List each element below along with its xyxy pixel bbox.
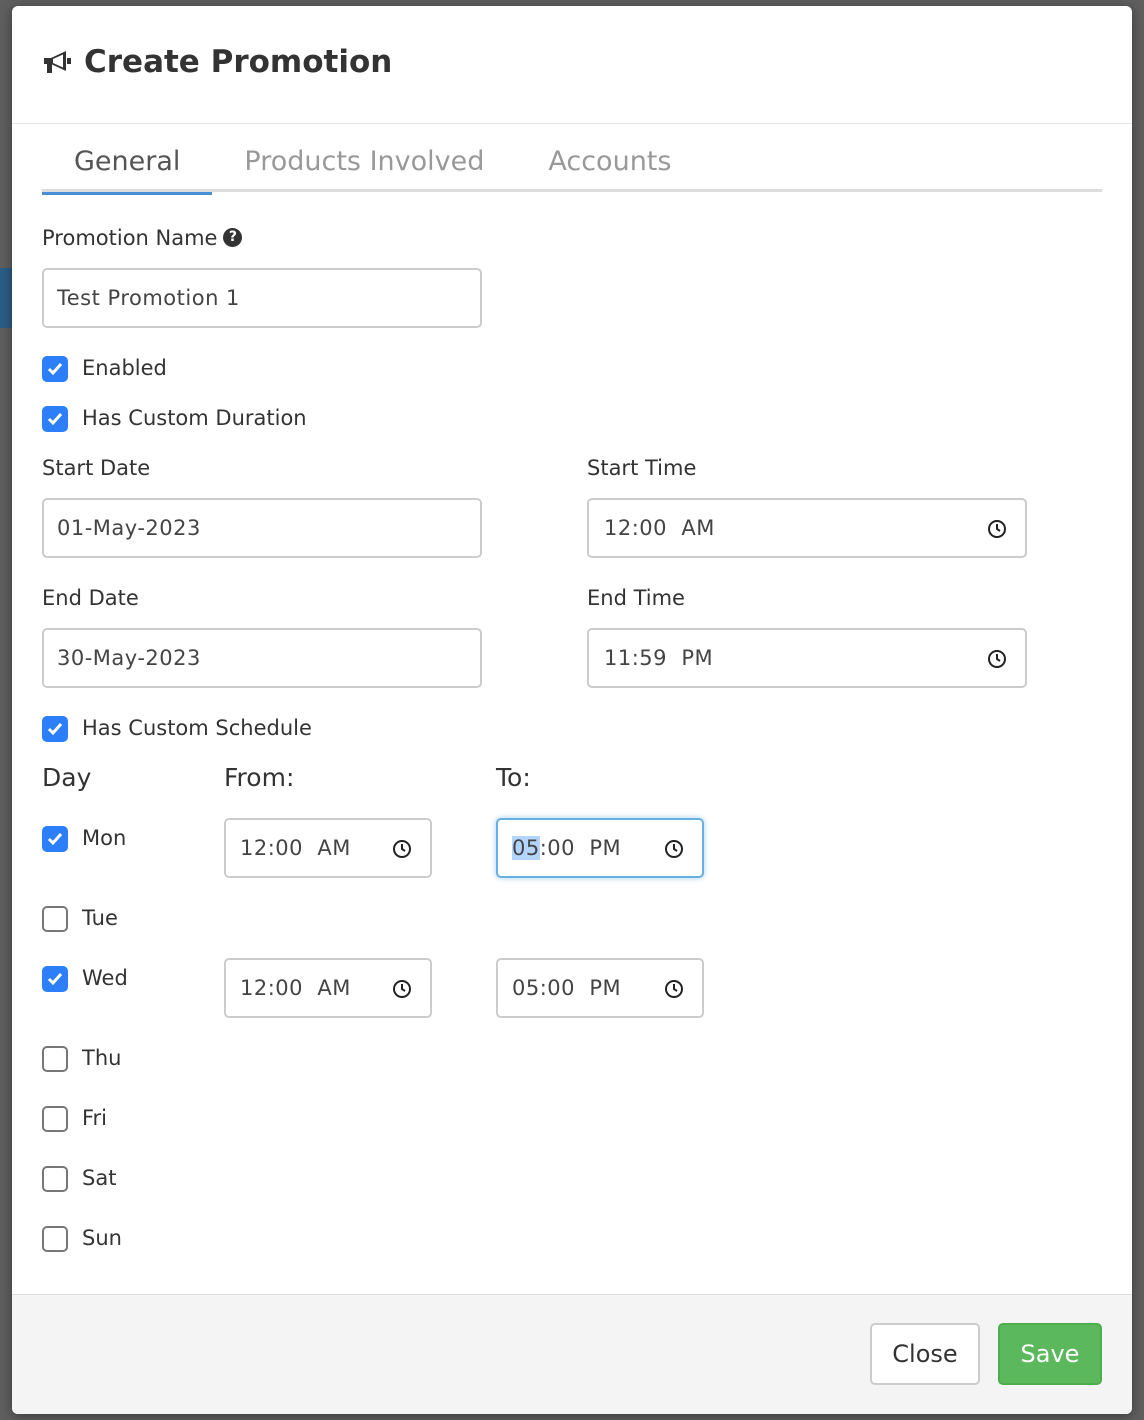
clock-icon[interactable] [664,839,684,859]
promotion-name-input[interactable]: Test Promotion 1 [42,268,482,328]
wed-to-time-input[interactable]: 05:00 PM [496,958,704,1018]
start-time-value: 12:00 AM [604,516,715,540]
day-checkbox-wed[interactable] [42,966,68,992]
custom-schedule-label: Has Custom Schedule [82,716,312,740]
day-column-header: Day [42,763,92,792]
wed-from-time-input[interactable]: 12:00 AM [224,958,432,1018]
end-time-label: End Time [587,586,685,610]
to-column-header: To: [496,763,531,792]
enabled-checkbox[interactable] [42,356,68,382]
day-label-wed: Wed [82,966,128,990]
start-date-input[interactable]: 01-May-2023 [42,498,482,558]
day-checkbox-fri[interactable] [42,1106,68,1132]
mon-from-time-value: 12:00 AM [240,836,351,860]
checkmark-icon [47,363,63,376]
day-checkbox-mon[interactable] [42,826,68,852]
mon-to-time-input[interactable]: 05:00 PM [496,818,704,878]
day-label-tue: Tue [82,906,118,930]
clock-icon[interactable] [664,979,684,999]
tab-bar: General Products Involved Accounts [42,140,1102,195]
mon-to-hour-segment[interactable]: 05 [512,836,540,860]
mon-to-time-rest: :00 PM [539,836,622,860]
promotion-name-label: Promotion Name? [42,226,243,250]
day-label-sun: Sun [82,1226,122,1250]
day-checkbox-tue[interactable] [42,906,68,932]
end-date-value: 30-May-2023 [57,646,201,670]
tab-products-involved[interactable]: Products Involved [212,140,516,192]
end-time-input[interactable]: 11:59 PM [587,628,1027,688]
start-date-label: Start Date [42,456,151,480]
clock-icon[interactable] [987,519,1007,539]
enabled-label: Enabled [82,356,167,380]
promotion-name-label-text: Promotion Name [42,226,218,250]
promotion-name-value: Test Promotion 1 [57,286,240,310]
day-label-fri: Fri [82,1106,108,1130]
day-label-sat: Sat [82,1166,117,1190]
day-checkbox-thu[interactable] [42,1046,68,1072]
custom-schedule-checkbox[interactable] [42,716,68,742]
end-date-input[interactable]: 30-May-2023 [42,628,482,688]
end-time-value: 11:59 PM [604,646,714,670]
tab-general[interactable]: General [42,140,213,195]
close-button[interactable]: Close [870,1323,980,1385]
clock-icon[interactable] [392,979,412,999]
wed-to-time-value: 05:00 PM [512,976,622,1000]
start-date-value: 01-May-2023 [57,516,201,540]
from-column-header: From: [224,763,295,792]
start-time-input[interactable]: 12:00 AM [587,498,1027,558]
create-promotion-modal: Create Promotion General Products Involv… [12,6,1132,1414]
modal-title: Create Promotion [42,44,392,80]
modal-title-text: Create Promotion [84,44,393,80]
clock-icon[interactable] [392,839,412,859]
save-button[interactable]: Save [998,1323,1102,1385]
custom-duration-checkbox[interactable] [42,406,68,432]
start-time-label: Start Time [587,456,697,480]
clock-icon[interactable] [987,649,1007,669]
checkmark-icon [47,723,63,736]
day-label-mon: Mon [82,826,127,850]
help-icon[interactable]: ? [223,227,243,247]
checkmark-icon [47,413,63,426]
custom-duration-label: Has Custom Duration [82,406,307,430]
day-label-thu: Thu [82,1046,122,1070]
modal-header: Create Promotion [12,6,1132,124]
bullhorn-icon [44,51,71,73]
wed-from-time-value: 12:00 AM [240,976,351,1000]
mon-from-time-input[interactable]: 12:00 AM [224,818,432,878]
day-checkbox-sat[interactable] [42,1166,68,1192]
end-date-label: End Date [42,586,139,610]
tab-accounts[interactable]: Accounts [516,140,703,192]
modal-footer: Close Save [12,1294,1132,1414]
day-checkbox-sun[interactable] [42,1226,68,1252]
checkmark-icon [47,973,63,986]
checkmark-icon [47,833,63,846]
